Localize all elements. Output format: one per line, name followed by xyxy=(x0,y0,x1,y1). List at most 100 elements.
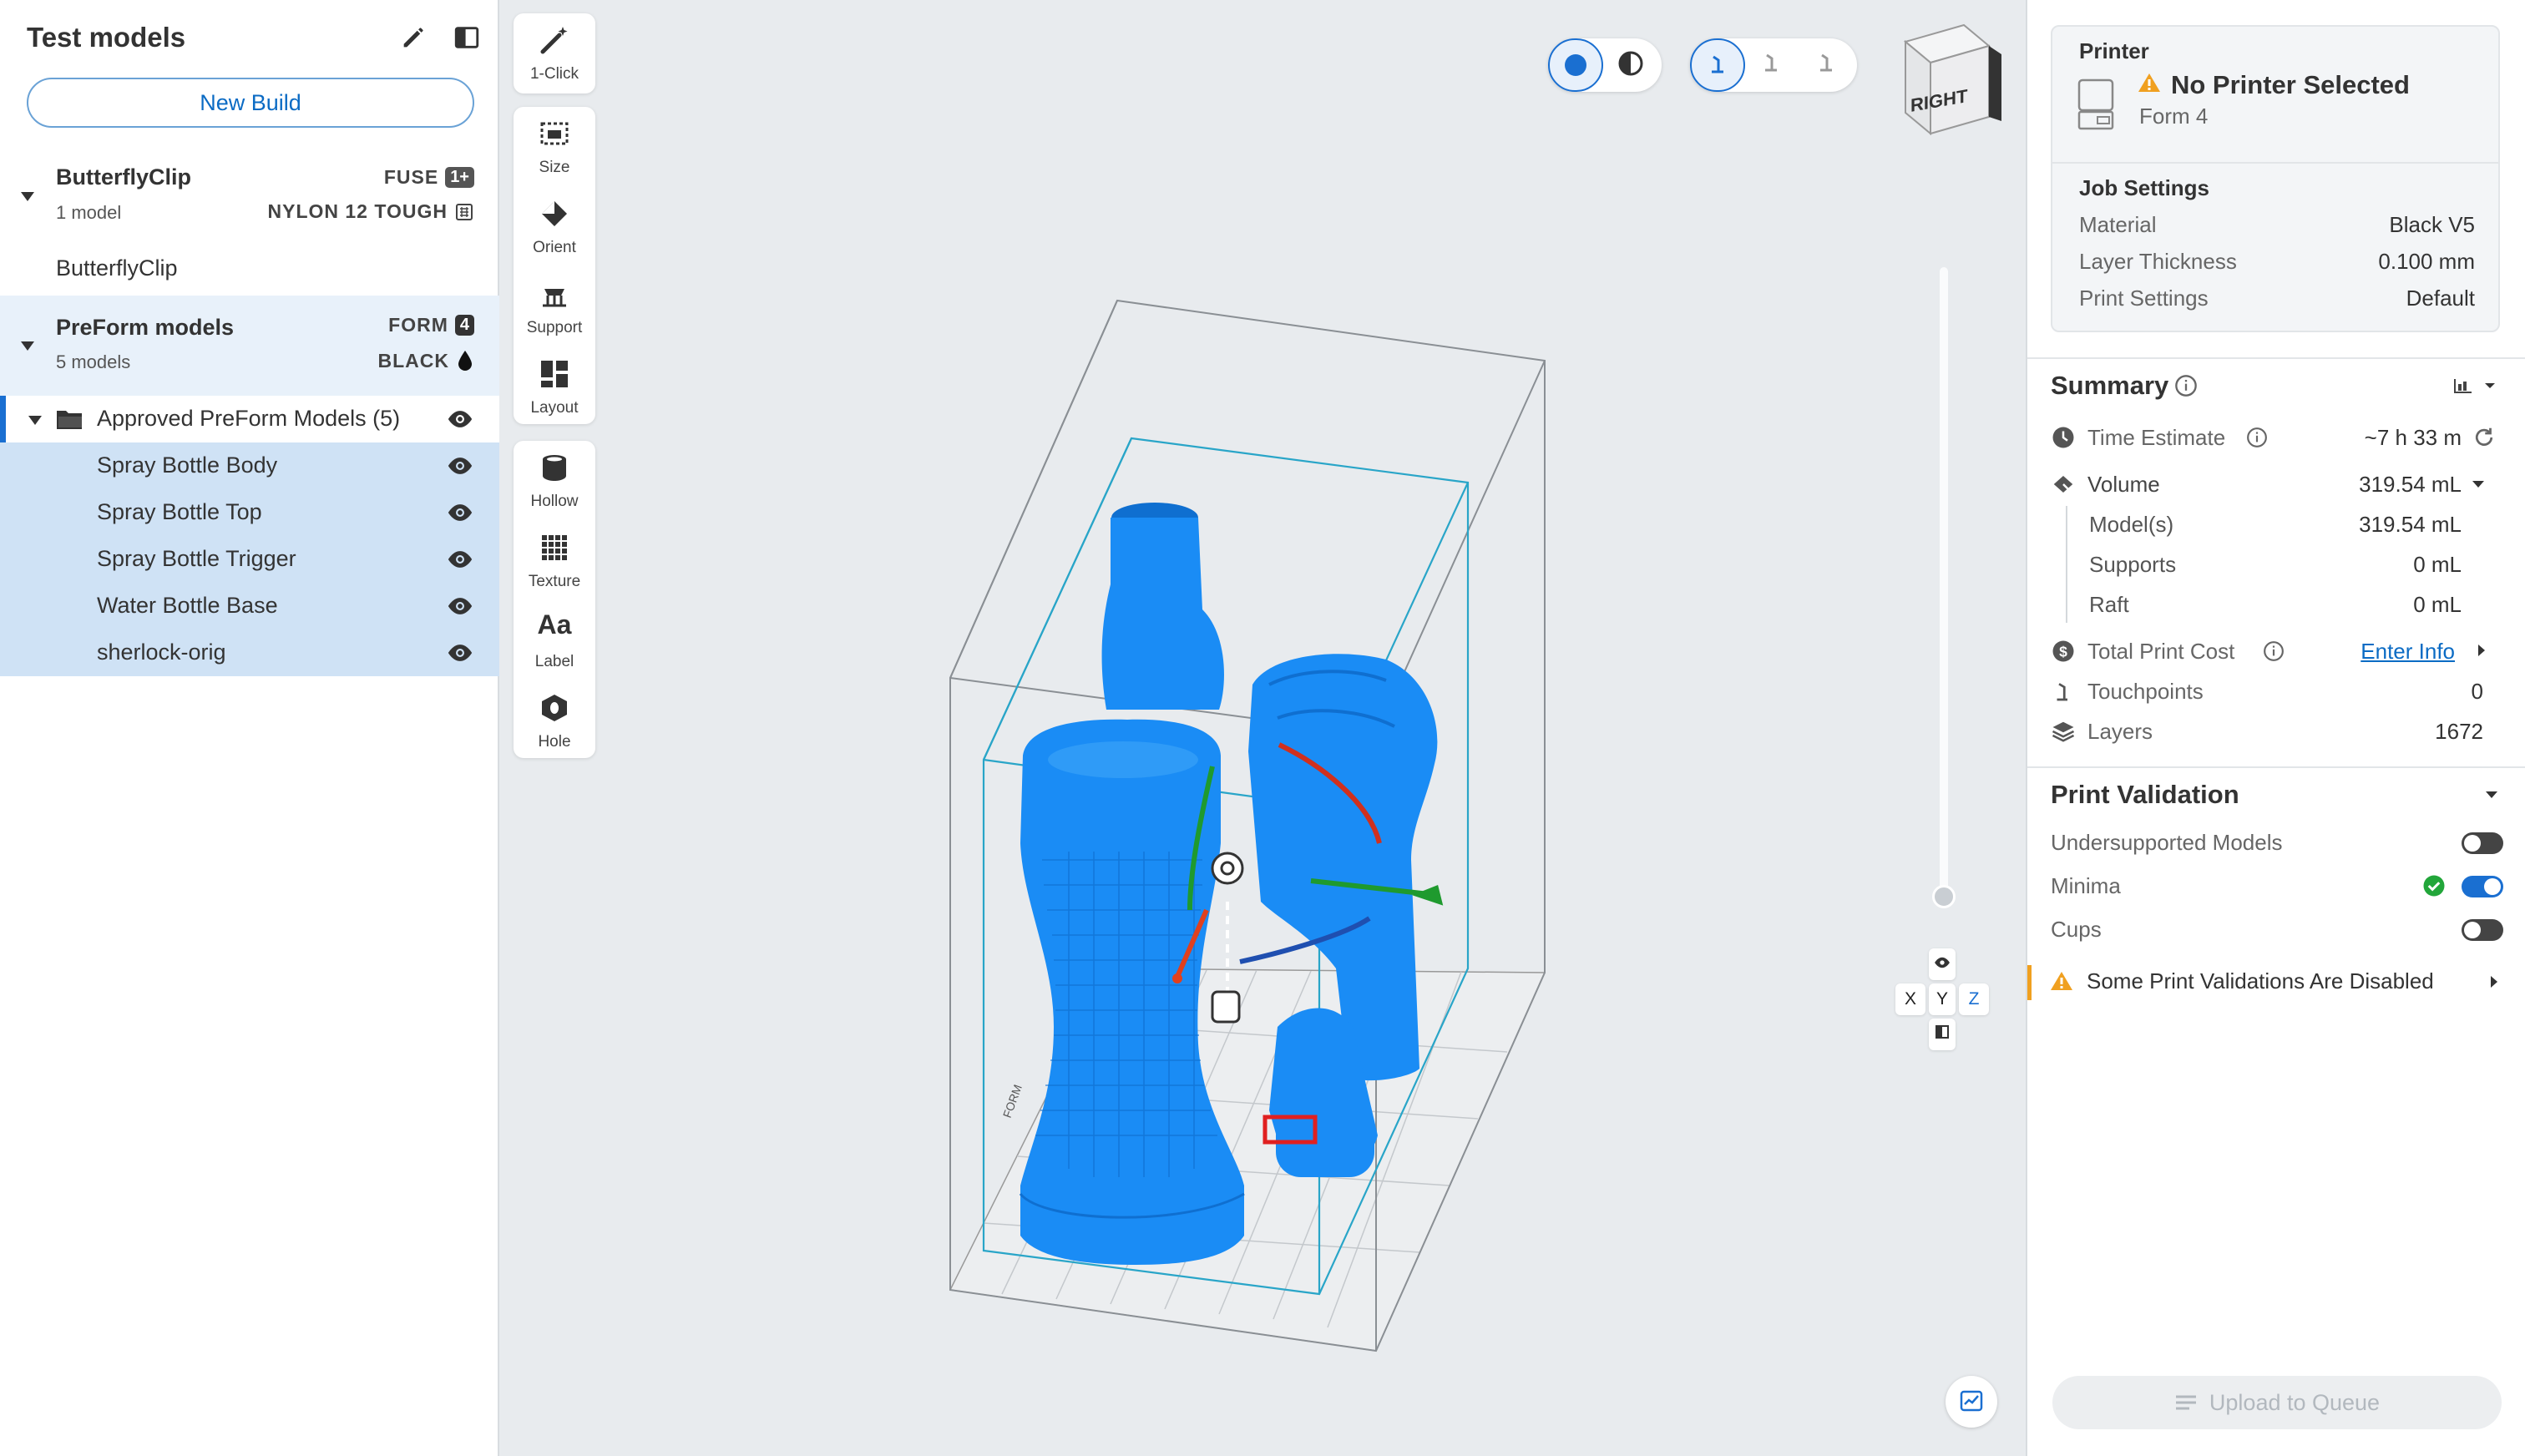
support-view-1-button[interactable] xyxy=(1690,38,1745,92)
volume-value: 319.54 mL xyxy=(2359,472,2462,497)
touchpoint-icon xyxy=(1712,55,1723,73)
enter-info-link[interactable]: Enter Info xyxy=(2361,639,2455,665)
validation-warning-row[interactable]: Some Print Validations Are Disabled xyxy=(2027,965,2525,1000)
layer-slider-handle[interactable] xyxy=(1932,885,1956,908)
clock-icon xyxy=(2052,427,2074,448)
size-button[interactable]: Size xyxy=(514,107,595,187)
label-button[interactable]: Aa Label xyxy=(514,601,595,681)
printer-type: FORM xyxy=(388,314,448,336)
solid-view-button[interactable] xyxy=(1548,38,1603,92)
support-view-3-button[interactable] xyxy=(1800,38,1855,92)
printer-model: Form 4 xyxy=(2139,104,2209,129)
orient-button[interactable]: Orient xyxy=(514,187,595,267)
print-settings-value: Default xyxy=(2406,286,2475,311)
one-click-button[interactable]: 1-Click xyxy=(514,13,595,94)
model-spray-bottle-body xyxy=(1101,503,1224,710)
list-item[interactable]: ButterflyClip xyxy=(0,245,499,292)
list-item[interactable]: Water Bottle Base xyxy=(0,583,499,629)
visibility-eye-icon[interactable] xyxy=(446,501,474,524)
undersupported-models-toggle[interactable] xyxy=(2462,832,2503,854)
size-label: Size xyxy=(539,159,570,176)
material-tag: BLACK xyxy=(378,349,475,372)
new-build-button[interactable]: New Build xyxy=(27,78,474,128)
volume-icon xyxy=(2053,476,2073,493)
model-name: Water Bottle Base xyxy=(97,593,278,618)
support-view-toggle[interactable] xyxy=(1690,38,1857,92)
expand-caret-icon[interactable] xyxy=(28,416,42,425)
layout-label: Layout xyxy=(530,399,579,417)
expand-caret-icon[interactable] xyxy=(21,341,34,351)
minima-toggle[interactable] xyxy=(2462,876,2503,897)
layers-value: 1672 xyxy=(2435,719,2483,744)
list-item[interactable]: Spray Bottle Trigger xyxy=(0,536,499,583)
layer-slider-track[interactable] xyxy=(1940,267,1948,902)
layout-button[interactable]: Layout xyxy=(514,347,595,427)
xray-view-button[interactable] xyxy=(1605,38,1660,92)
plate-label: FORM xyxy=(1000,1083,1025,1120)
job-settings-heading: Job Settings xyxy=(2079,175,2210,200)
view-cube[interactable]: RIGHT xyxy=(1889,17,2006,142)
visibility-eye-icon[interactable] xyxy=(446,594,474,618)
chevron-down-icon[interactable] xyxy=(2470,476,2487,493)
render-mode-toggle[interactable] xyxy=(1548,38,1662,92)
build-group-butterflyclip[interactable]: ButterflyClip 1 model FUSE 1+ NYLON 12 T… xyxy=(0,150,499,296)
cups-toggle[interactable] xyxy=(2462,919,2503,941)
visibility-eye-icon[interactable] xyxy=(446,548,474,571)
material-name: NYLON 12 TOUGH xyxy=(267,200,448,222)
layers-label: Layers xyxy=(2087,719,2153,744)
supports-volume-value: 0 mL xyxy=(2413,552,2462,577)
view-cube-graphic xyxy=(1903,23,2001,136)
minima-label: Minima xyxy=(2051,873,2121,898)
axis-y-button[interactable]: Y xyxy=(1929,983,1956,1015)
print-validation-heading: Print Validation xyxy=(2051,780,2239,809)
info-icon[interactable] xyxy=(2263,640,2285,662)
edit-icon[interactable] xyxy=(399,23,428,52)
summary-heading: Summary xyxy=(2051,371,2169,400)
chevron-down-icon[interactable] xyxy=(2483,786,2500,803)
touchpoints-value: 0 xyxy=(2471,679,2483,704)
list-item[interactable]: sherlock-orig xyxy=(0,629,499,676)
scene-canvas[interactable]: FORM xyxy=(501,0,2026,1456)
list-item[interactable]: Spray Bottle Top xyxy=(0,489,499,536)
texture-button[interactable]: Texture xyxy=(514,521,595,601)
hollow-button[interactable]: Hollow xyxy=(514,441,595,521)
support-view-2-button[interactable] xyxy=(1745,38,1800,92)
group-name: ButterflyClip xyxy=(56,164,191,190)
axis-x-button[interactable]: X xyxy=(1895,983,1925,1015)
axis-z-button[interactable]: Z xyxy=(1959,983,1989,1015)
collapse-panel-icon[interactable] xyxy=(453,23,481,52)
print-settings-label: Print Settings xyxy=(2079,286,2209,311)
build-title: Test models xyxy=(27,22,186,53)
printer-status: No Printer Selected xyxy=(2171,70,2410,99)
chart-dropdown-icon[interactable] xyxy=(2452,374,2500,397)
visibility-eye-icon[interactable] xyxy=(446,641,474,665)
expand-caret-icon[interactable] xyxy=(21,192,34,201)
visibility-eye-icon[interactable] xyxy=(446,407,474,431)
printer-type-tag: FORM 4 xyxy=(388,314,474,336)
divider xyxy=(2027,357,2525,359)
hole-button[interactable]: Hole xyxy=(514,681,595,761)
clip-axis-button[interactable] xyxy=(1929,1019,1956,1050)
3d-viewport[interactable]: FORM RIGHT xyxy=(501,0,2472,1456)
info-icon[interactable] xyxy=(2246,427,2268,448)
group-name: PreForm models xyxy=(56,315,235,340)
toolbar-prepare-group: Size Orient Support Layout xyxy=(514,107,595,424)
chevron-right-icon[interactable] xyxy=(2473,642,2490,659)
visibility-eye-icon[interactable] xyxy=(446,454,474,478)
refresh-icon[interactable] xyxy=(2472,425,2497,450)
build-group-preform-models[interactable]: PreForm models 5 models FORM 4 BLACK xyxy=(0,296,499,396)
info-icon[interactable] xyxy=(2174,374,2198,397)
xray-sphere-icon xyxy=(1618,51,1643,76)
support-button[interactable]: Support xyxy=(514,267,595,347)
folder-row[interactable]: Approved PreForm Models (5) xyxy=(0,396,499,442)
feedback-button[interactable] xyxy=(1946,1376,1997,1428)
warning-icon xyxy=(2138,73,2160,92)
visibility-axis-button[interactable] xyxy=(1929,948,1956,980)
printer-card[interactable]: Printer No Printer Selected Form 4 Job S… xyxy=(2051,25,2500,332)
toolbar-oneclick-group: 1-Click xyxy=(514,13,595,94)
list-item[interactable]: Spray Bottle Body xyxy=(0,442,499,489)
upload-to-queue-button[interactable]: Upload to Queue xyxy=(2052,1376,2502,1429)
raft-volume-value: 0 mL xyxy=(2413,592,2462,617)
group-model-count: 1 model xyxy=(56,202,122,223)
texture-icon xyxy=(542,535,567,560)
